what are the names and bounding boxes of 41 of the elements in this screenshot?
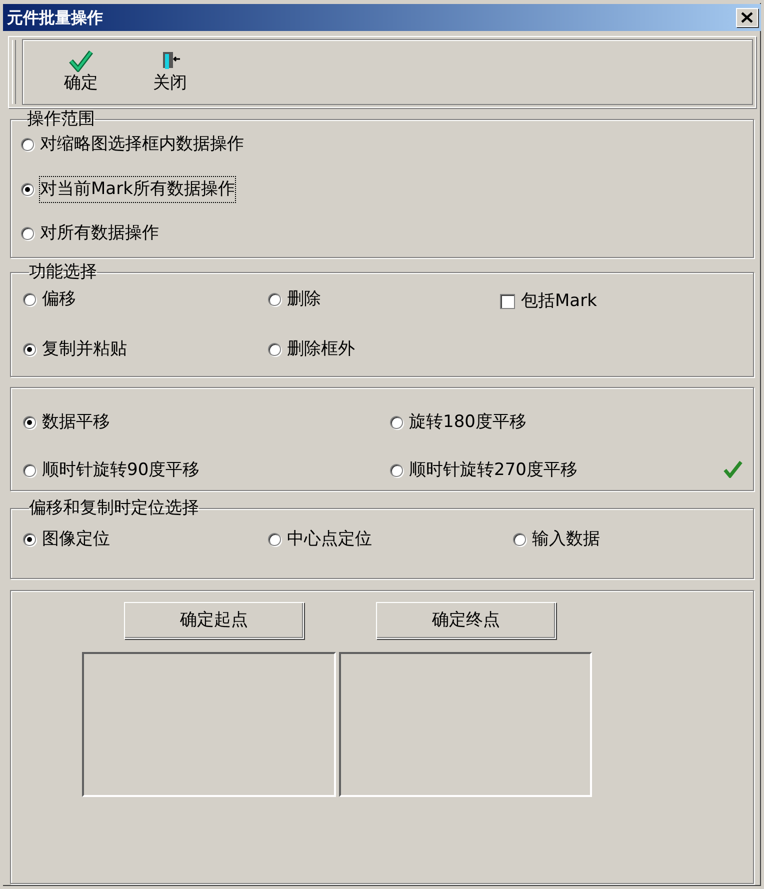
radio-label[interactable]: 图像定位	[42, 527, 110, 552]
window-title: 元件批量操作	[7, 6, 103, 28]
radio-button[interactable]	[513, 533, 526, 546]
close-icon	[741, 12, 753, 23]
radio-label[interactable]: 对当前Mark所有数据操作	[40, 176, 235, 202]
radio-button[interactable]	[23, 464, 36, 477]
checkmark-icon	[69, 50, 93, 72]
radio-label[interactable]: 数据平移	[42, 410, 110, 436]
radio-button[interactable]	[390, 464, 403, 477]
radio-label[interactable]: 删除框外	[287, 336, 355, 362]
radio-label[interactable]: 删除	[287, 287, 321, 312]
action-button[interactable]: 确定终点	[376, 602, 556, 639]
radio-button[interactable]	[21, 182, 34, 196]
radio-button[interactable]	[23, 342, 36, 356]
group-title: 操作范围	[27, 110, 95, 128]
radio-label[interactable]: 偏移	[42, 287, 76, 312]
radio-label[interactable]: 中心点定位	[287, 527, 372, 552]
radio-label[interactable]: 对缩略图选择框内数据操作	[40, 132, 244, 158]
action-button[interactable]: 确定起点	[124, 602, 304, 639]
radio-label[interactable]: 复制并粘贴	[42, 336, 127, 362]
radio-label[interactable]: 顺时针旋转90度平移	[42, 458, 200, 483]
checkmark-icon	[723, 460, 743, 478]
toolbar-button[interactable]: 关闭	[142, 50, 198, 94]
radio-button[interactable]	[23, 533, 36, 546]
radio-label[interactable]: 旋转180度平移	[409, 410, 526, 436]
radio-button[interactable]	[23, 416, 36, 430]
radio-label[interactable]: 顺时针旋转270度平移	[409, 458, 578, 483]
group-title: 偏移和复制时定位选择	[29, 499, 199, 517]
close-button[interactable]	[736, 8, 758, 27]
radio-button[interactable]	[23, 293, 36, 306]
radio-label[interactable]: 对所有数据操作	[40, 221, 159, 246]
radio-button[interactable]	[268, 293, 281, 306]
radio-button[interactable]	[21, 138, 34, 152]
radio-button[interactable]	[21, 227, 34, 240]
radio-button[interactable]	[390, 416, 403, 430]
toolbar-button[interactable]: 确定	[53, 50, 109, 94]
radio-button[interactable]	[268, 533, 281, 546]
radio-label[interactable]: 输入数据	[532, 527, 600, 552]
group-title: 功能选择	[29, 263, 97, 281]
radio-button[interactable]	[268, 342, 281, 356]
checkbox-option[interactable]: 包括Mark	[500, 289, 597, 314]
